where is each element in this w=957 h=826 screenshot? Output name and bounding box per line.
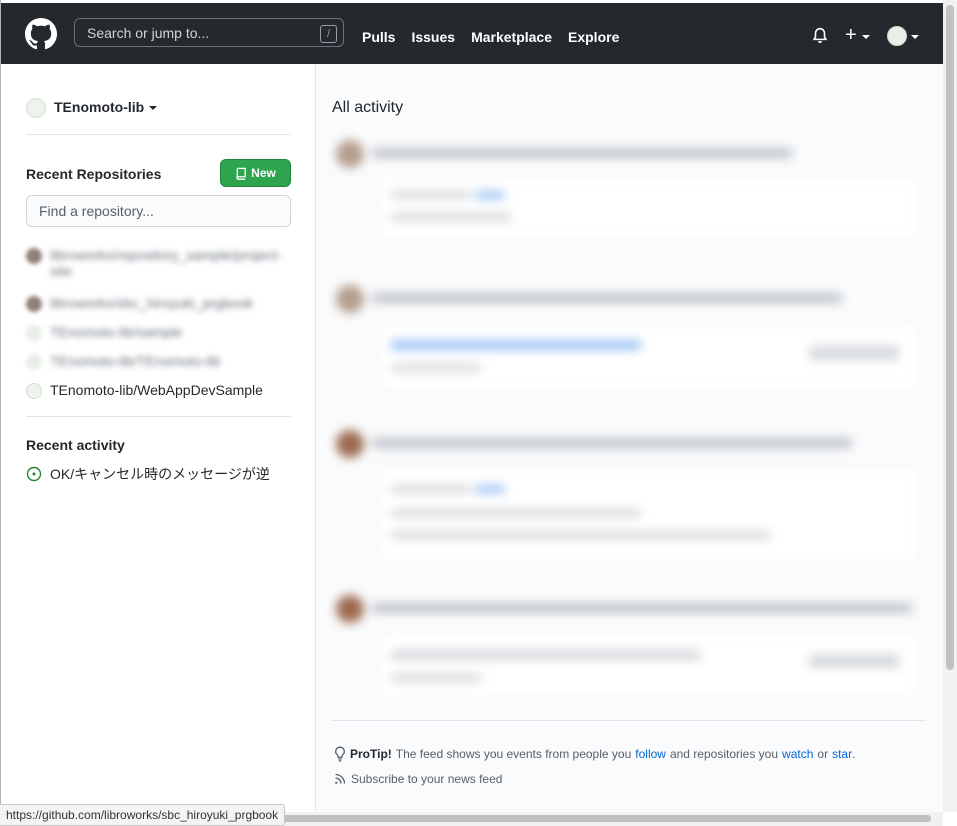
blurred-feed [330, 132, 928, 732]
repo-link[interactable]: TEnomoto-lib/TEnomoto-lib [50, 353, 220, 369]
search-input[interactable] [74, 18, 344, 47]
protip-text: The feed shows you events from people yo… [395, 747, 632, 761]
divider [332, 720, 926, 721]
header-nav: Pulls Issues Marketplace Explore [362, 29, 619, 45]
event-card [378, 176, 920, 240]
event-detail [391, 191, 471, 199]
event-link [475, 191, 505, 199]
event-card [378, 466, 920, 562]
global-header: / Pulls Issues Marketplace Explore + [1, 3, 944, 64]
event-link [391, 340, 641, 350]
divider [26, 416, 291, 417]
repo-owner-avatar [26, 383, 42, 399]
star-link[interactable]: star [832, 747, 852, 761]
new-button-label: New [251, 166, 276, 180]
subscribe-feed[interactable]: Subscribe to your news feed [334, 772, 502, 786]
repo-link[interactable]: libroworks/repository_sample/project-sit… [50, 247, 291, 279]
nav-issues[interactable]: Issues [411, 29, 455, 45]
repo-owner-avatar [26, 354, 42, 370]
event-star-button [809, 654, 899, 668]
protip: ProTip! The feed shows you events from p… [334, 746, 855, 762]
repo-owner-avatar [26, 248, 42, 264]
recent-activity-title: Recent activity [26, 437, 125, 453]
status-bar-url: https://github.com/libroworks/sbc_hiroyu… [0, 804, 286, 826]
light-bulb-icon [335, 746, 345, 762]
issue-opened-icon [26, 466, 42, 482]
nav-pulls[interactable]: Pulls [362, 29, 395, 45]
event-link [475, 485, 505, 493]
rss-icon [335, 773, 346, 784]
plus-caret-icon[interactable] [862, 35, 870, 39]
divider [26, 134, 291, 135]
event-detail [391, 485, 471, 493]
event-card [378, 323, 920, 391]
context-caret-icon[interactable] [149, 106, 157, 110]
repo-link[interactable]: libroworks/sbc_hiroyuki_prgbook [50, 295, 253, 311]
plus-icon[interactable]: + [845, 25, 857, 45]
vertical-scrollbar-thumb[interactable] [946, 5, 954, 670]
event-summary [372, 148, 792, 158]
activity-item-title[interactable]: OK/キャンセル時のメッセージが逆 [50, 464, 270, 484]
find-repository-input[interactable] [26, 195, 291, 227]
slash-shortcut-hint: / [320, 25, 337, 43]
browser-viewport: / Pulls Issues Marketplace Explore + TEn… [0, 0, 944, 812]
event-card [378, 633, 920, 697]
repo-item[interactable]: libroworks/sbc_hiroyuki_prgbook [26, 295, 291, 312]
avatar-caret-icon[interactable] [911, 35, 919, 39]
event-actor-avatar [336, 140, 364, 168]
event-detail [391, 364, 481, 372]
protip-label: ProTip! [350, 747, 392, 761]
feed-event [330, 422, 928, 587]
event-star-button [809, 346, 899, 360]
repo-item[interactable]: TEnomoto-lib/sample [26, 324, 291, 341]
repo-owner-avatar [26, 296, 42, 312]
follow-link[interactable]: follow [635, 747, 666, 761]
repo-item[interactable]: TEnomoto-lib/WebAppDevSample [26, 382, 291, 399]
context-switcher-user[interactable]: TEnomoto-lib [54, 99, 144, 115]
event-actor-avatar [336, 595, 364, 623]
dashboard-sidebar: TEnomoto-lib Recent Repositories New lib… [2, 64, 316, 812]
nav-marketplace[interactable]: Marketplace [471, 29, 552, 45]
feed-event [330, 132, 928, 277]
event-actor-avatar [336, 430, 364, 458]
event-actor-avatar [336, 285, 364, 313]
avatar[interactable] [887, 26, 907, 46]
repo-link[interactable]: TEnomoto-lib/WebAppDevSample [50, 382, 263, 398]
activity-item[interactable]: OK/キャンセル時のメッセージが逆 [26, 464, 270, 484]
recent-repositories-title: Recent Repositories [26, 166, 162, 182]
event-detail [391, 531, 771, 539]
bell-icon[interactable] [811, 27, 829, 45]
page-title: All activity [332, 99, 404, 116]
protip-text: or [817, 747, 829, 761]
news-feed: All activity ProTip! The feed shows you … [316, 64, 944, 812]
event-detail [391, 650, 701, 660]
watch-link[interactable]: watch [782, 747, 813, 761]
event-detail [391, 674, 481, 682]
event-detail [391, 213, 511, 221]
repo-item[interactable]: libroworks/repository_sample/project-sit… [26, 247, 291, 279]
repo-link[interactable]: TEnomoto-lib/sample [50, 324, 182, 340]
event-detail [391, 509, 641, 517]
repo-icon [236, 167, 246, 180]
protip-period: . [852, 747, 856, 761]
protip-text: and repositories you [669, 747, 779, 761]
feed-event [330, 277, 928, 422]
user-avatar[interactable] [26, 98, 46, 118]
event-summary [372, 438, 852, 448]
new-repository-button[interactable]: New [220, 159, 291, 187]
feed-event [330, 587, 928, 732]
github-logo-icon[interactable] [25, 18, 57, 50]
event-summary [372, 293, 842, 303]
repo-item[interactable]: TEnomoto-lib/TEnomoto-lib [26, 353, 291, 370]
subscribe-link[interactable]: Subscribe to your news feed [351, 772, 502, 786]
nav-explore[interactable]: Explore [568, 29, 619, 45]
event-summary [372, 603, 912, 613]
repo-owner-avatar [26, 325, 42, 341]
